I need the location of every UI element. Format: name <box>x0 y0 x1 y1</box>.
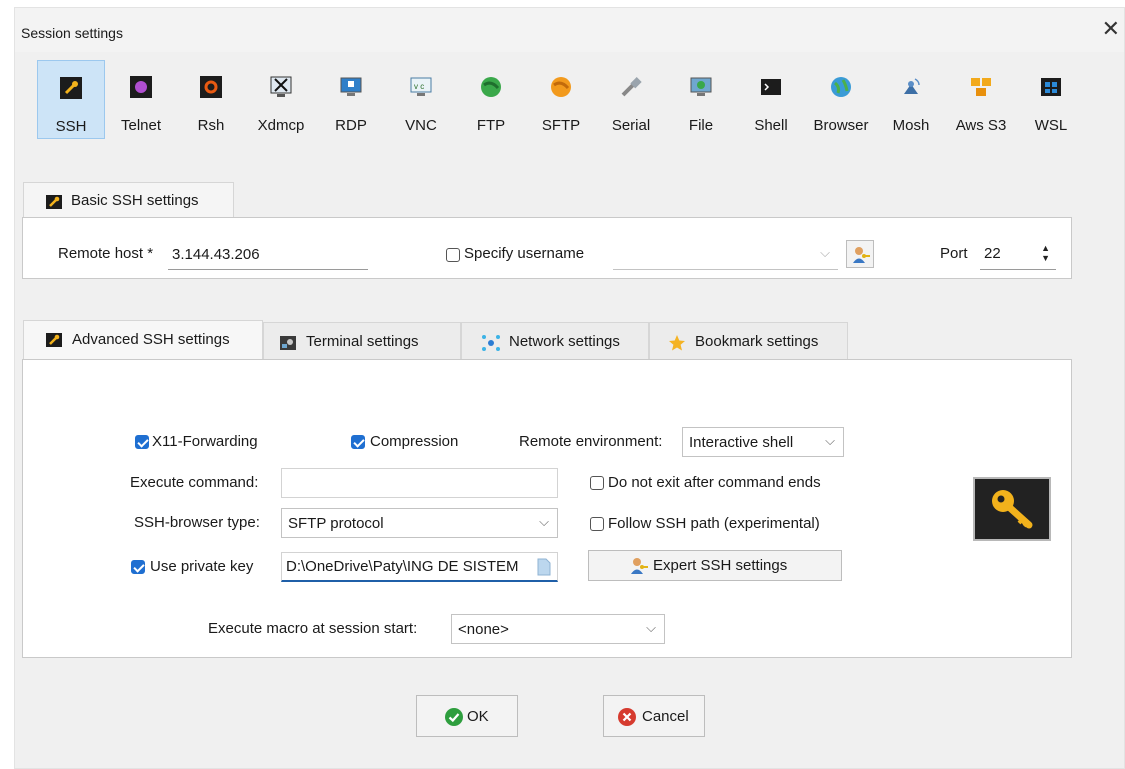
shell-icon <box>761 79 781 95</box>
telnet-icon <box>130 76 152 98</box>
svg-text:v c: v c <box>414 82 424 91</box>
do-not-exit-label: Do not exit after command ends <box>608 474 821 491</box>
protocol-mosh[interactable]: Mosh <box>877 60 945 139</box>
cancel-circle-icon <box>618 708 636 726</box>
title-bar: Session settings ✕ <box>15 8 1124 52</box>
chevron-down-icon: ⌵ <box>820 245 830 260</box>
basic-settings-panel: Remote host * Specify username ⌵ Port 22… <box>22 217 1072 279</box>
user-key-icon <box>853 247 870 263</box>
protocol-shell[interactable]: Shell <box>737 60 805 139</box>
chevron-down-icon: ⌵ <box>646 620 656 635</box>
ftp-icon <box>481 77 501 97</box>
wrench-icon <box>46 195 62 209</box>
protocol-xdmcp[interactable]: Xdmcp <box>247 60 315 139</box>
ssh-browser-type-select[interactable]: SFTP protocol ⌵ <box>281 508 558 538</box>
username-combo[interactable]: ⌵ <box>613 240 838 270</box>
file-icon <box>690 77 712 96</box>
rdp-icon <box>340 77 362 96</box>
protocol-ssh[interactable]: SSH <box>37 60 105 139</box>
advanced-settings-panel: X11-Forwarding Compression Remote enviro… <box>22 359 1072 658</box>
compression-label: Compression <box>370 433 459 450</box>
remote-host-label: Remote host * <box>58 245 154 262</box>
port-spinner[interactable]: 22 ▲ ▼ <box>980 240 1056 270</box>
protocol-telnet[interactable]: Telnet <box>107 60 175 139</box>
terminal-icon <box>280 336 296 350</box>
ssh-key-tile <box>973 477 1051 541</box>
follow-ssh-path-label: Follow SSH path (experimental) <box>608 515 820 532</box>
protocol-serial[interactable]: Serial <box>597 60 665 139</box>
ssh-icon <box>60 77 82 99</box>
execute-command-input[interactable] <box>281 468 558 498</box>
check-circle-icon <box>445 708 463 726</box>
specify-username-label: Specify username <box>464 245 585 262</box>
private-key-path-input[interactable]: D:\OneDrive\Paty\ING DE SISTEM <box>281 552 558 582</box>
protocol-file[interactable]: File <box>667 60 735 139</box>
star-icon <box>669 335 685 351</box>
user-key-icon <box>631 558 648 574</box>
tab-terminal-settings[interactable]: Terminal settings <box>263 322 461 360</box>
basic-tab-label: Basic SSH settings <box>71 192 199 209</box>
protocol-rsh[interactable]: Rsh <box>177 60 245 139</box>
protocol-aws-s3[interactable]: Aws S3 <box>947 60 1015 139</box>
x11-forwarding-checkbox[interactable] <box>135 435 149 449</box>
use-private-key-label: Use private key <box>150 558 254 575</box>
x11-forwarding-label: X11-Forwarding <box>152 433 258 450</box>
protocol-sftp[interactable]: SFTP <box>527 60 595 139</box>
network-icon <box>482 335 500 351</box>
protocol-toolbar: SSH Telnet Rsh Xdmcp RDP v c VNC FTP SFT… <box>22 60 1082 140</box>
execute-command-label: Execute command: <box>130 474 259 491</box>
chevron-down-icon: ⌵ <box>539 514 549 529</box>
ssh-browser-type-label: SSH-browser type: <box>134 514 260 531</box>
do-not-exit-checkbox[interactable] <box>590 476 604 490</box>
cancel-button[interactable]: Cancel <box>603 695 705 737</box>
execute-macro-label: Execute macro at session start: <box>208 620 418 637</box>
aws-s3-icon <box>971 78 991 96</box>
tab-basic-ssh-settings[interactable]: Basic SSH settings <box>23 182 234 218</box>
ok-button[interactable]: OK <box>416 695 518 737</box>
user-manager-button[interactable] <box>846 240 874 268</box>
tab-network-settings[interactable]: Network settings <box>461 322 649 360</box>
wsl-icon <box>1041 78 1061 96</box>
chevron-down-icon: ⌵ <box>825 433 835 448</box>
window-title: Session settings <box>21 25 123 41</box>
sftp-icon <box>551 77 571 97</box>
follow-ssh-path-checkbox[interactable] <box>590 517 604 531</box>
compression-checkbox[interactable] <box>351 435 365 449</box>
use-private-key-checkbox[interactable] <box>131 560 145 574</box>
specify-username-checkbox[interactable] <box>446 248 460 262</box>
protocol-rdp[interactable]: RDP <box>317 60 385 139</box>
tab-bookmark-settings[interactable]: Bookmark settings <box>649 322 848 360</box>
mosh-icon <box>904 78 920 94</box>
rsh-icon <box>200 76 222 98</box>
remote-environment-label: Remote environment: <box>519 433 663 450</box>
vnc-icon: v c <box>410 77 432 96</box>
wrench-icon <box>46 333 62 347</box>
browse-file-icon[interactable] <box>537 558 551 576</box>
execute-macro-select[interactable]: <none> ⌵ <box>451 614 665 644</box>
protocol-vnc[interactable]: v c VNC <box>387 60 455 139</box>
xdmcp-icon <box>270 76 292 97</box>
protocol-ftp[interactable]: FTP <box>457 60 525 139</box>
expert-ssh-settings-button[interactable]: Expert SSH settings <box>588 550 842 581</box>
protocol-wsl[interactable]: WSL <box>1017 60 1085 139</box>
spinner-arrows-icon[interactable]: ▲ ▼ <box>1041 243 1050 263</box>
key-icon <box>992 490 1033 529</box>
remote-environment-select[interactable]: Interactive shell ⌵ <box>682 427 844 457</box>
protocol-browser[interactable]: Browser <box>807 60 875 139</box>
serial-icon <box>621 77 642 97</box>
port-label: Port <box>940 245 968 262</box>
tab-advanced-ssh-settings[interactable]: Advanced SSH settings <box>23 320 263 360</box>
remote-host-input[interactable] <box>168 240 368 270</box>
close-icon[interactable]: ✕ <box>1102 18 1120 40</box>
browser-icon <box>831 77 851 97</box>
